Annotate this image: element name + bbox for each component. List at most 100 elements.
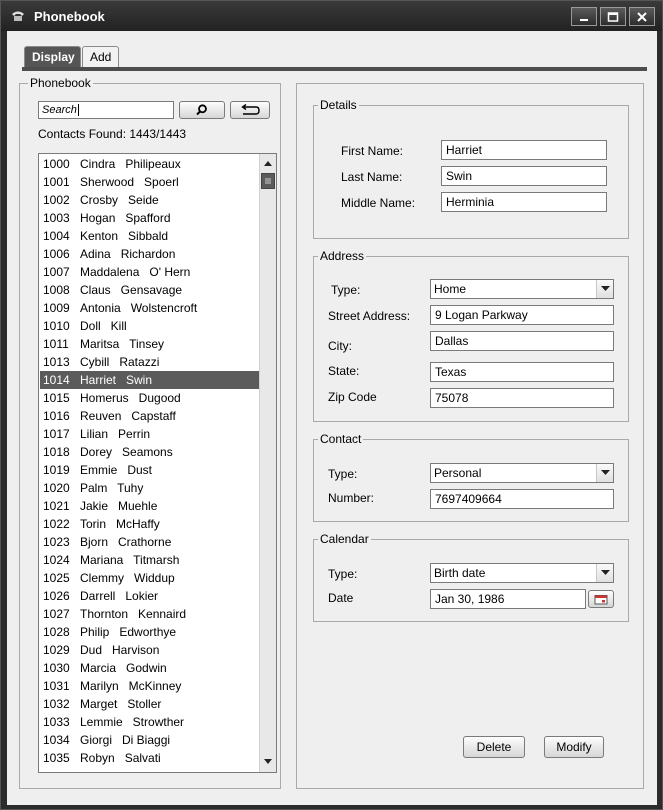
delete-button[interactable]: Delete <box>463 736 525 758</box>
contact-id: 1025 <box>43 571 70 585</box>
last-name-field[interactable]: Swin <box>441 166 607 186</box>
list-item[interactable]: 1024 Mariana Titmarsh <box>40 551 259 569</box>
list-item[interactable]: 1007 Maddalena O' Hern <box>40 263 259 281</box>
street-address-field[interactable]: 9 Logan Parkway <box>430 305 614 325</box>
list-item[interactable]: 1010 Doll Kill <box>40 317 259 335</box>
maximize-button[interactable] <box>600 7 626 26</box>
scroll-down-arrow[interactable] <box>260 754 276 770</box>
calendar-group: Calendar Type: Birth date Date Jan 30, 1… <box>313 532 629 622</box>
last-name-label: Last Name: <box>341 170 403 184</box>
list-item[interactable]: 1011 Maritsa Tinsey <box>40 335 259 353</box>
list-item[interactable]: 1004 Kenton Sibbald <box>40 227 259 245</box>
list-item[interactable]: 1030 Marcia Godwin <box>40 659 259 677</box>
contact-name: Claus Gensavage <box>80 283 183 297</box>
list-item[interactable]: 1017 Lilian Perrin <box>40 425 259 443</box>
list-item[interactable]: 1006 Adina Richardon <box>40 245 259 263</box>
search-button[interactable] <box>179 101 225 119</box>
contact-list[interactable]: 1035 Robyn Salvati 1034 Giorgi Di Biaggi 103… <box>38 153 277 773</box>
details-group-label: Details <box>318 98 359 112</box>
phonebook-group-label: Phonebook <box>28 76 93 90</box>
list-item[interactable]: 1026 Darrell Lokier <box>40 587 259 605</box>
list-item[interactable]: 1015 Homerus Dugood <box>40 389 259 407</box>
contact-id: 1015 <box>43 391 70 405</box>
contact-id: 1028 <box>43 625 70 639</box>
list-item[interactable]: 1018 Dorey Seamons <box>40 443 259 461</box>
contact-id: 1029 <box>43 643 70 657</box>
contact-name: Emmie Dust <box>80 463 153 477</box>
list-item[interactable]: 1027 Thornton Kennaird <box>40 605 259 623</box>
list-item[interactable]: 1025 Clemmy Widdup <box>40 569 259 587</box>
address-type-value: Home <box>434 282 467 296</box>
list-item[interactable]: 1031 Marilyn McKinney <box>40 677 259 695</box>
contact-name: Giorgi Di Biaggi <box>80 733 171 747</box>
magnifier-icon <box>196 104 207 116</box>
text-caret <box>77 104 79 117</box>
contact-name: Philip Edworthye <box>80 625 177 639</box>
calendar-group-label: Calendar <box>318 532 371 546</box>
list-item[interactable]: 1009 Antonia Wolstencroft <box>40 299 259 317</box>
triangle-down-icon <box>264 759 272 764</box>
scroll-thumb[interactable] <box>261 173 275 189</box>
contact-id: 1021 <box>43 499 70 513</box>
title-bar[interactable]: Phonebook <box>1 1 662 31</box>
list-item[interactable]: 1000 Cindra Philipeaux <box>40 155 259 173</box>
address-type-select[interactable]: Home <box>430 279 614 299</box>
list-item[interactable]: 1035 Robyn Salvati <box>40 749 259 767</box>
state-field[interactable]: Texas <box>430 362 614 382</box>
first-name-field[interactable]: Harriet <box>441 140 607 160</box>
contact-name: Kenton Sibbald <box>80 229 169 243</box>
contact-name: Antonia Wolstencroft <box>80 301 198 315</box>
contact-id: 1030 <box>43 661 70 675</box>
contact-name: Cindra Philipeaux <box>80 157 181 171</box>
list-item[interactable]: 1022 Torin McHaffy <box>40 515 259 533</box>
address-type-label: Type: <box>331 283 361 297</box>
tab-display[interactable]: Display <box>24 46 81 68</box>
contacts-found-count: Contacts Found: 1443/1443 <box>38 127 187 141</box>
date-picker-button[interactable] <box>588 590 614 608</box>
list-item[interactable]: 1001 Sherwood Spoerl <box>40 173 259 191</box>
phone-number-field[interactable]: 7697409664 <box>430 489 614 509</box>
list-item[interactable]: 1016 Reuven Capstaff <box>40 407 259 425</box>
list-item[interactable]: 1032 Marget Stoller <box>40 695 259 713</box>
tab-add[interactable]: Add <box>82 46 119 68</box>
list-scrollbar[interactable] <box>259 154 276 772</box>
contact-name: Torin McHaffy <box>80 517 160 531</box>
list-item[interactable]: 1033 Lemmie Strowther <box>40 713 259 731</box>
dropdown-arrow-icon <box>596 280 613 298</box>
modify-button[interactable]: Modify <box>544 736 604 758</box>
list-item[interactable]: 1034 Giorgi Di Biaggi <box>40 731 259 749</box>
date-field[interactable]: Jan 30, 1986 <box>430 589 586 609</box>
contact-id: 1031 <box>43 679 70 693</box>
minimize-button[interactable] <box>571 7 597 26</box>
contact-name: Sherwood Spoerl <box>80 175 179 189</box>
contact-id: 1016 <box>43 409 70 423</box>
contact-id: 1006 <box>43 247 70 261</box>
reset-search-button[interactable] <box>230 101 270 119</box>
list-item[interactable]: 1014 Harriet Swin <box>40 371 259 389</box>
list-item[interactable]: 1023 Bjorn Crathorne <box>40 533 259 551</box>
search-input[interactable]: Search <box>38 101 174 119</box>
list-item[interactable]: 1003 Hogan Spafford <box>40 209 259 227</box>
contact-name: Bjorn Crathorne <box>80 535 172 549</box>
city-field[interactable]: Dallas <box>430 331 614 351</box>
contact-name: Doll Kill <box>80 319 127 333</box>
contact-group-label: Contact <box>318 432 364 446</box>
middle-name-field[interactable]: Herminia <box>441 192 607 212</box>
calendar-type-select[interactable]: Birth date <box>430 563 614 583</box>
list-item[interactable]: 1028 Philip Edworthye <box>40 623 259 641</box>
street-address-label: Street Address: <box>328 309 411 323</box>
close-button[interactable] <box>629 7 655 26</box>
zip-code-field[interactable]: 75078 <box>430 388 614 408</box>
contact-type-select[interactable]: Personal <box>430 463 614 483</box>
list-item[interactable]: 1002 Crosby Seide <box>40 191 259 209</box>
first-name-label: First Name: <box>341 144 404 158</box>
list-item[interactable]: 1019 Emmie Dust <box>40 461 259 479</box>
list-item[interactable]: 1029 Dud Harvison <box>40 641 259 659</box>
list-item[interactable]: 1013 Cybill Ratazzi <box>40 353 259 371</box>
list-item[interactable]: 1021 Jakie Muehle <box>40 497 259 515</box>
contact-name: Thornton Kennaird <box>80 607 187 621</box>
list-item[interactable]: 1008 Claus Gensavage <box>40 281 259 299</box>
scroll-up-arrow[interactable] <box>260 155 276 171</box>
state-label: State: <box>328 364 360 378</box>
list-item[interactable]: 1020 Palm Tuhy <box>40 479 259 497</box>
